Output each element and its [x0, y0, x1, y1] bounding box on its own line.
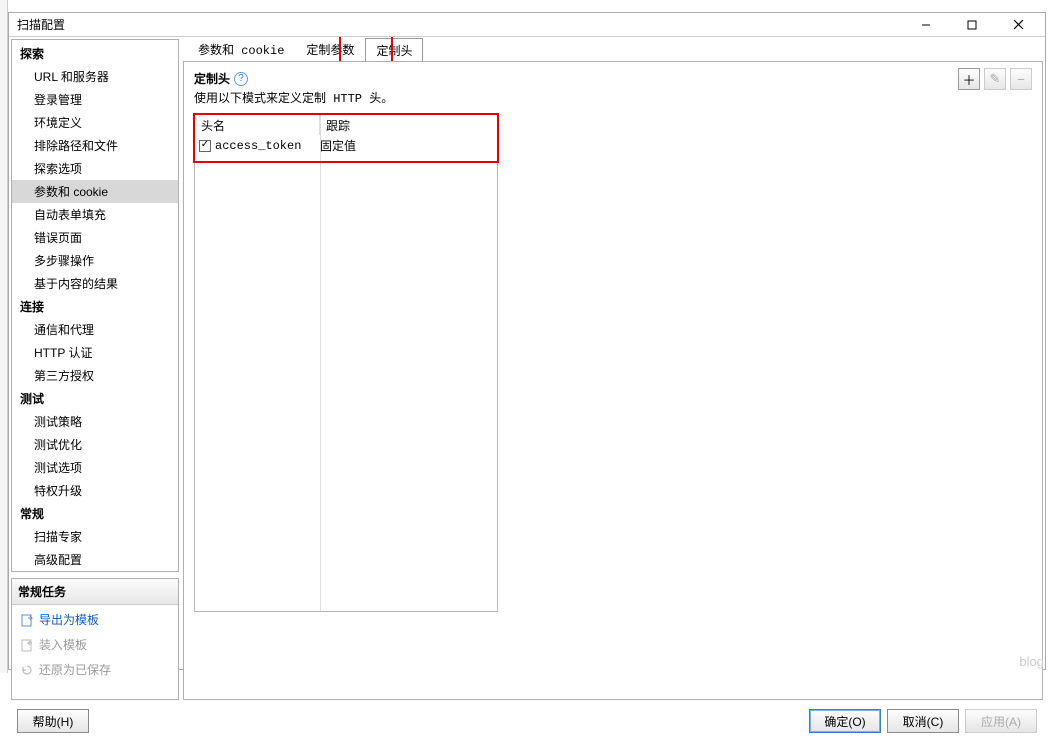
tasks-panel: 常规任务 导出为模板 装入模板: [11, 578, 179, 700]
close-button[interactable]: [995, 13, 1041, 37]
nav-group-general: 常规: [12, 502, 178, 525]
dialog-buttons: 帮助(H) 确定(O) 取消(C) 应用(A): [9, 700, 1045, 742]
nav-item-content-results[interactable]: 基于内容的结果: [12, 272, 178, 295]
nav-item-test-policy[interactable]: 测试策略: [12, 410, 178, 433]
help-button[interactable]: 帮助(H): [17, 709, 89, 733]
grid-cell-track: 固定值: [320, 137, 493, 154]
task-restore-label: 还原为已保存: [39, 661, 111, 678]
nav-item-advanced[interactable]: 高级配置: [12, 548, 178, 571]
nav-item-privesc[interactable]: 特权升级: [12, 479, 178, 502]
tasks-header: 常规任务: [12, 579, 178, 605]
nav-item-autofill[interactable]: 自动表单填充: [12, 203, 178, 226]
dialog-window: 扫描配置 探索 URL 和服务器 登录管理 环境定义 排除路径和文件 探索选项 …: [8, 12, 1046, 670]
nav-item-explore-options[interactable]: 探索选项: [12, 157, 178, 180]
headers-grid[interactable]: 头名 跟踪 ✓ access_token 固定值: [194, 114, 498, 612]
section-title: 定制头: [194, 70, 230, 87]
main-panel: 定制头 ? 使用以下模式来定义定制 HTTP 头。 ＋ ✎ − 头名 跟踪: [183, 61, 1043, 700]
close-icon: [1013, 19, 1024, 30]
grid-cell-name: ✓ access_token: [199, 139, 320, 153]
tab-custom-headers[interactable]: 定制头: [365, 38, 423, 62]
nav-item-env[interactable]: 环境定义: [12, 111, 178, 134]
task-export-template[interactable]: 导出为模板: [12, 605, 178, 630]
remove-button: −: [1010, 68, 1032, 90]
edit-button: ✎: [984, 68, 1006, 90]
grid-header-name[interactable]: 头名: [195, 115, 320, 135]
nav-item-params-cookie[interactable]: 参数和 cookie: [12, 180, 178, 203]
maximize-button[interactable]: [949, 13, 995, 37]
nav-item-comm-proxy[interactable]: 通信和代理: [12, 318, 178, 341]
grid-divider: [320, 115, 321, 611]
nav-item-multistep[interactable]: 多步骤操作: [12, 249, 178, 272]
right-column: 参数和 cookie 定制参数 定制头 定制头 ? 使用以下模式来定义定制 HT…: [183, 39, 1043, 700]
minimize-icon: [921, 20, 931, 30]
task-restore-saved: 还原为已保存: [12, 655, 178, 680]
task-export-label: 导出为模板: [39, 611, 99, 628]
nav-item-thirdparty[interactable]: 第三方授权: [12, 364, 178, 387]
add-button[interactable]: ＋: [958, 68, 980, 90]
section-description: 使用以下模式来定义定制 HTTP 头。: [194, 89, 1032, 106]
nav-group-explore: 探索: [12, 42, 178, 65]
import-icon: [20, 638, 34, 652]
grid-header-track[interactable]: 跟踪: [320, 115, 497, 135]
tabs-row: 参数和 cookie 定制参数 定制头: [183, 39, 1043, 61]
nav-item-http-auth[interactable]: HTTP 认证: [12, 341, 178, 364]
window-title: 扫描配置: [17, 16, 903, 33]
content-row: 探索 URL 和服务器 登录管理 环境定义 排除路径和文件 探索选项 参数和 c…: [9, 37, 1045, 700]
ok-button[interactable]: 确定(O): [809, 709, 881, 733]
cancel-button[interactable]: 取消(C): [887, 709, 959, 733]
nav-tree[interactable]: 探索 URL 和服务器 登录管理 环境定义 排除路径和文件 探索选项 参数和 c…: [11, 39, 179, 572]
nav-item-test-options[interactable]: 测试选项: [12, 456, 178, 479]
section-heading: 定制头 ?: [194, 70, 1032, 87]
nav-group-test: 测试: [12, 387, 178, 410]
left-column: 探索 URL 和服务器 登录管理 环境定义 排除路径和文件 探索选项 参数和 c…: [11, 39, 179, 700]
dialog-body: 探索 URL 和服务器 登录管理 环境定义 排除路径和文件 探索选项 参数和 c…: [9, 37, 1045, 742]
task-import-label: 装入模板: [39, 636, 87, 653]
minus-icon: −: [1017, 72, 1025, 87]
task-import-template: 装入模板: [12, 630, 178, 655]
titlebar: 扫描配置: [9, 13, 1045, 37]
row-checkbox[interactable]: ✓: [199, 140, 211, 152]
tab-custom-params[interactable]: 定制参数: [295, 37, 365, 61]
minimize-button[interactable]: [903, 13, 949, 37]
apply-button: 应用(A): [965, 709, 1037, 733]
nav-group-connect: 连接: [12, 295, 178, 318]
plus-icon: ＋: [962, 70, 975, 89]
help-icon[interactable]: ?: [234, 72, 248, 86]
maximize-icon: [967, 20, 977, 30]
grid-header-row: 头名 跟踪: [195, 115, 497, 135]
tab-params-cookie[interactable]: 参数和 cookie: [187, 37, 295, 61]
nav-item-url-servers[interactable]: URL 和服务器: [12, 65, 178, 88]
nav-item-login[interactable]: 登录管理: [12, 88, 178, 111]
nav-item-error-pages[interactable]: 错误页面: [12, 226, 178, 249]
row-name-value: access_token: [215, 139, 301, 153]
nav-item-exclude[interactable]: 排除路径和文件: [12, 134, 178, 157]
nav-item-scan-expert[interactable]: 扫描专家: [12, 525, 178, 548]
table-row[interactable]: ✓ access_token 固定值: [195, 135, 497, 156]
pencil-icon: ✎: [990, 71, 1001, 87]
export-icon: [20, 613, 34, 627]
restore-icon: [20, 663, 34, 677]
external-edge: [0, 0, 8, 673]
grid-toolbar: ＋ ✎ −: [958, 68, 1032, 90]
nav-item-test-optimize[interactable]: 测试优化: [12, 433, 178, 456]
